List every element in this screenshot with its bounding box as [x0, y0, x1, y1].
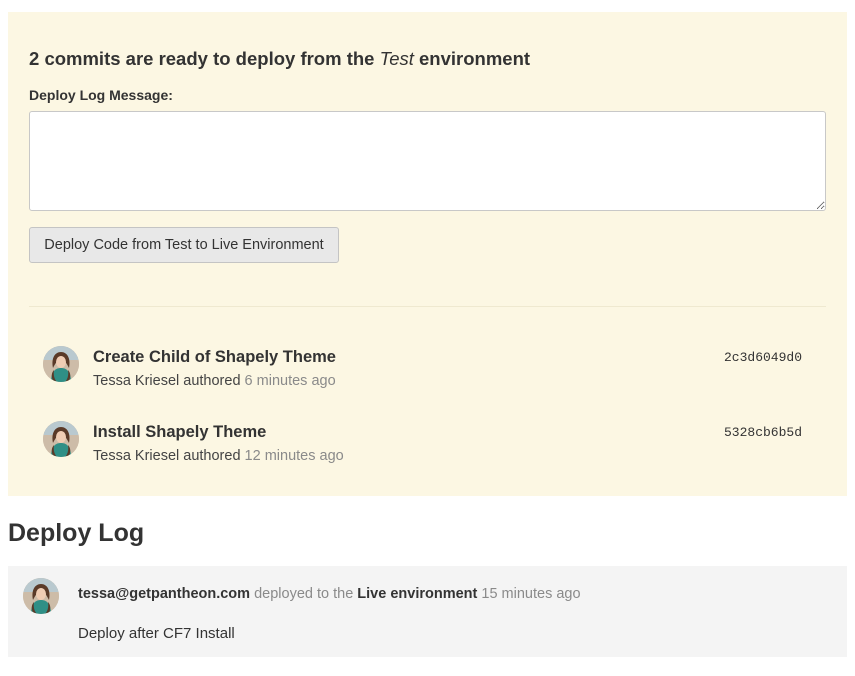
commit-hash: 2c3d6049d0 — [724, 350, 803, 365]
commit-time: 6 minutes ago — [244, 373, 336, 389]
deploy-log-entry: tessa@getpantheon.com deployed to the Li… — [8, 566, 847, 657]
heading-prefix: commits are ready to deploy from the — [44, 48, 375, 69]
commit-item: Install Shapely Theme Tessa Kriesel auth… — [8, 421, 847, 481]
deploy-action: deployed to the — [254, 586, 354, 602]
deploy-ready-heading: 2 commits are ready to deploy from the T… — [29, 48, 530, 70]
deploy-message-textarea[interactable] — [29, 111, 826, 211]
commit-title[interactable]: Create Child of Shapely Theme — [93, 348, 336, 367]
deploy-environment: Live environment — [357, 586, 478, 602]
deploy-time: 15 minutes ago — [481, 586, 581, 602]
deploy-user: tessa@getpantheon.com — [78, 586, 251, 602]
user-avatar-icon — [43, 421, 79, 457]
commit-count: 2 — [29, 48, 40, 69]
commit-author: Tessa Kriesel — [93, 373, 180, 389]
deploy-log-heading: Deploy Log — [8, 519, 145, 547]
deploy-log-message: Deploy after CF7 Install — [78, 625, 235, 642]
user-avatar-icon — [23, 578, 59, 614]
deploy-code-button[interactable]: Deploy Code from Test to Live Environmen… — [29, 227, 339, 263]
commit-author: Tessa Kriesel — [93, 448, 180, 464]
commit-action: authored — [183, 373, 241, 389]
deploy-panel: 2 commits are ready to deploy from the T… — [8, 12, 847, 496]
commit-meta: Tessa Kriesel authored 12 minutes ago — [93, 448, 344, 464]
commit-meta: Tessa Kriesel authored 6 minutes ago — [93, 373, 336, 389]
commit-title[interactable]: Install Shapely Theme — [93, 423, 266, 442]
commit-hash: 5328cb6b5d — [724, 425, 803, 440]
deploy-message-label: Deploy Log Message: — [29, 87, 173, 103]
user-avatar-icon — [43, 346, 79, 382]
heading-suffix: environment — [419, 48, 531, 69]
source-environment: Test — [379, 48, 414, 69]
divider — [29, 306, 826, 307]
deploy-log-line: tessa@getpantheon.com deployed to the Li… — [78, 586, 581, 602]
commit-item: Create Child of Shapely Theme Tessa Krie… — [8, 346, 847, 406]
commit-time: 12 minutes ago — [244, 448, 344, 464]
commit-action: authored — [183, 448, 241, 464]
